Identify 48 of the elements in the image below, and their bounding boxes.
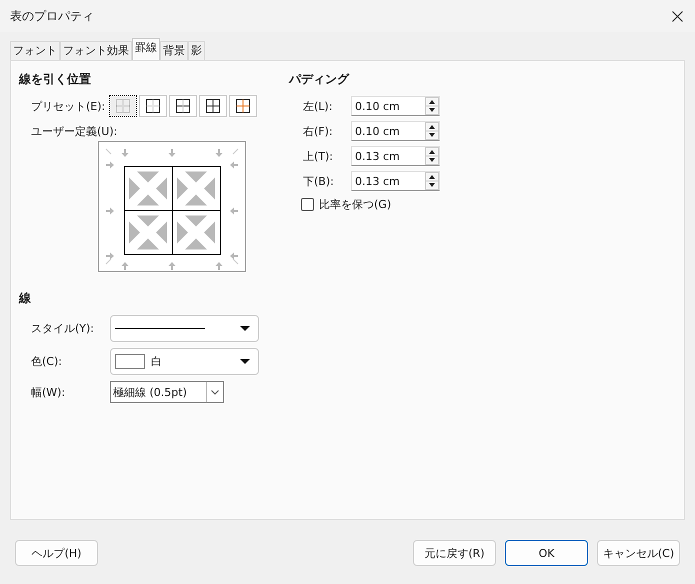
- tab[interactable]: フォント効果: [60, 41, 132, 60]
- checkbox-label: 比率を保つ(G): [319, 197, 392, 212]
- spin-arrows-icon[interactable]: [425, 172, 439, 190]
- tab[interactable]: 罫線: [132, 38, 160, 60]
- dialog-button[interactable]: 元に戻す(R): [413, 540, 496, 566]
- dropdown-arrow-icon: [240, 358, 250, 364]
- border-preset-icon: [115, 98, 131, 114]
- color-value: 白: [151, 354, 162, 369]
- field-label: 幅(W):: [31, 384, 66, 400]
- spin-arrows-icon[interactable]: [425, 122, 439, 140]
- chevron-down-icon: [211, 390, 219, 394]
- dropdown-arrow-icon: [240, 326, 250, 332]
- border-preset-icon: [145, 98, 161, 114]
- dialog-button[interactable]: OK: [505, 540, 588, 566]
- spin-arrows-icon[interactable]: [425, 147, 439, 165]
- dialog-button[interactable]: キャンセル(C): [597, 540, 680, 566]
- field-label: スタイル(Y):: [31, 321, 96, 336]
- border-preset-icon: [205, 98, 221, 114]
- spin-field[interactable]: 0.13 cm: [351, 146, 440, 166]
- checkbox[interactable]: [301, 198, 314, 211]
- field-label: 左(L):: [303, 98, 334, 114]
- field-label: 右(F):: [303, 124, 334, 138]
- section-heading: 線を引く位置: [19, 71, 92, 88]
- border-preview-drawing[interactable]: [98, 141, 246, 272]
- spin-field[interactable]: 0.10 cm: [351, 121, 440, 141]
- dialog-button[interactable]: ヘルプ(H): [15, 540, 98, 566]
- close-icon[interactable]: [672, 10, 683, 22]
- line-style-dropdown[interactable]: [110, 315, 259, 342]
- field-label: 色(C):: [31, 354, 63, 369]
- tab[interactable]: 影: [188, 41, 205, 60]
- border-preset-button[interactable]: [109, 95, 137, 117]
- section-heading: パディング: [289, 72, 349, 86]
- color-dropdown[interactable]: 白: [110, 348, 259, 375]
- color-swatch: [115, 354, 145, 369]
- field-label: プリセット(E):: [31, 98, 106, 114]
- spin-arrows-icon[interactable]: [425, 97, 439, 115]
- tab[interactable]: フォント: [10, 41, 60, 60]
- window-title: 表のプロパティ: [10, 8, 94, 24]
- field-label: 上(T):: [303, 148, 334, 164]
- border-preset-icon: [175, 98, 191, 114]
- tab[interactable]: 背景: [160, 41, 188, 60]
- border-preset-icon: [235, 98, 251, 114]
- field-label: ユーザー定義(U):: [30, 124, 118, 139]
- width-dropdown[interactable]: 極細線 (0.5pt): [110, 381, 224, 403]
- field-label: 下(B):: [303, 174, 335, 188]
- spin-field[interactable]: 0.13 cm: [351, 171, 440, 191]
- section-heading: 線: [19, 290, 32, 307]
- spin-field[interactable]: 0.10 cm: [351, 96, 440, 116]
